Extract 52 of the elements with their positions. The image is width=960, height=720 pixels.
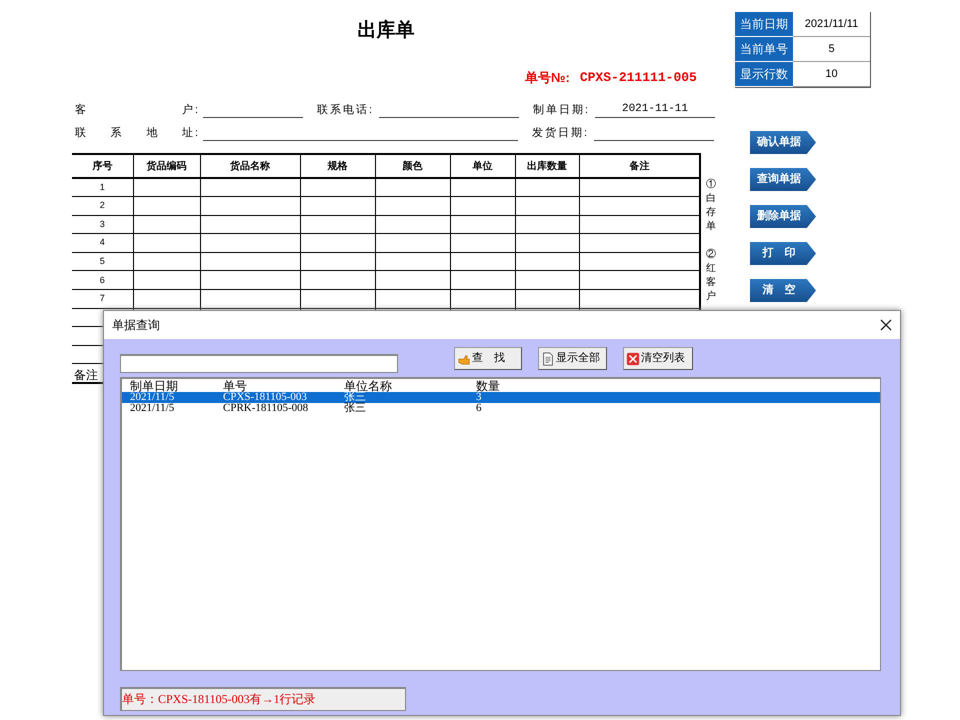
sheet-title: 出库单 (356, 18, 416, 43)
search-field[interactable] (120, 354, 398, 373)
close-icon[interactable] (880, 319, 892, 331)
action-button[interactable]: 清 空 (750, 279, 816, 302)
row-number: 5 (72, 252, 133, 271)
list-row[interactable]: 2021/11/5 CPRK-181105-008 张三 6 (122, 403, 880, 414)
dialog-button[interactable]: 清空列表 (623, 347, 693, 370)
document-icon (541, 352, 555, 366)
remark-label: 备注 (74, 367, 98, 384)
list-column-header: 单号 (223, 380, 247, 392)
colon: : (195, 102, 200, 118)
column-header: 货品名称 (200, 154, 300, 178)
column-header: 备注 (579, 154, 700, 178)
field-label: 联系电话: (317, 102, 376, 118)
column-header: 货品编码 (133, 154, 200, 178)
dialog-title: 单据查询 (112, 317, 160, 334)
fill-in-line: 2021-11-11 (595, 101, 715, 118)
field-label: 客户 (75, 102, 193, 118)
row-number: 1 (72, 178, 133, 197)
column-header: 颜色 (375, 154, 450, 178)
field-label: 制单日期: (533, 102, 592, 118)
column-header: 规格 (300, 154, 375, 178)
action-button[interactable]: 确认单据 (750, 131, 816, 154)
row-number: 4 (72, 234, 133, 252)
info-label: 当前单号 (735, 37, 793, 62)
colon: : (195, 126, 200, 140)
column-header: 单位 (450, 154, 515, 178)
list-column-header: 制单日期 (130, 380, 178, 392)
order-number: CPXS-211111-005 (580, 69, 697, 87)
list-column-header: 数量 (476, 380, 500, 392)
dialog-button[interactable]: 查 找 (454, 347, 522, 370)
row-number: 3 (72, 215, 133, 234)
dialog-button[interactable]: 显示全部 (538, 347, 607, 370)
field-label: 发货日期: (532, 126, 590, 140)
list-column-header: 单位名称 (344, 380, 392, 392)
action-button[interactable]: 删除单据 (750, 205, 816, 228)
action-button[interactable]: 打 印 (750, 242, 816, 265)
info-label: 显示行数 (735, 62, 793, 87)
order-number-label: 单号№: (525, 69, 570, 87)
info-label: 当前日期 (735, 12, 793, 37)
column-header: 序号 (72, 154, 133, 178)
row-number: 6 (72, 270, 133, 290)
row-number: 7 (72, 290, 133, 308)
field-label: 联系地址 (75, 126, 193, 140)
column-header: 出库数量 (515, 154, 579, 178)
row-number: 2 (72, 196, 133, 216)
action-button[interactable]: 查询单据 (750, 168, 816, 191)
side-note: ①白存单 (706, 178, 716, 234)
side-note: ②红客户 (706, 248, 716, 304)
status-field: 单号：CPXS-181105-003有→1行记录 (120, 687, 406, 711)
clear-icon (626, 352, 640, 366)
list-row[interactable]: 2021/11/5 CPXS-181105-003 张三 3 (122, 392, 880, 403)
